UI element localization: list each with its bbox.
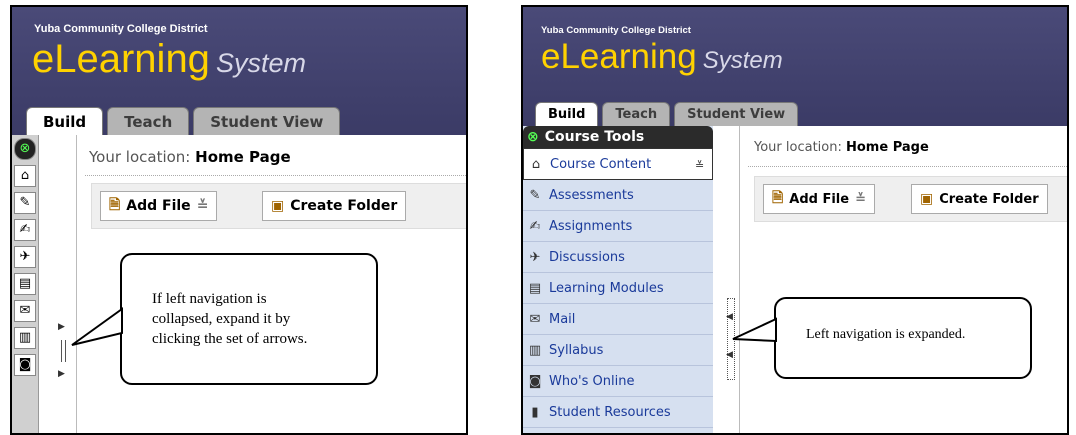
whos-online-icon[interactable]: ◙ bbox=[14, 354, 36, 376]
nav-item-learning-modules[interactable]: ▤ Learning Modules bbox=[523, 273, 713, 304]
add-file-label: Add File bbox=[789, 191, 850, 207]
nav-item-label: Discussions bbox=[549, 249, 625, 265]
nav-item-discussions[interactable]: ✈ Discussions bbox=[523, 242, 713, 273]
file-icon: 🗎 bbox=[109, 197, 121, 213]
divider bbox=[85, 175, 466, 176]
location-value: Home Page bbox=[195, 148, 291, 166]
discussions-icon: ✈ bbox=[529, 249, 541, 265]
tab-teach[interactable]: Teach bbox=[107, 107, 190, 135]
dropdown-icon: ≚ bbox=[855, 191, 866, 207]
course-tools-nav: ⊗ Course Tools ⌂ Course Content ✎ Assess… bbox=[523, 126, 713, 433]
assessments-icon: ✎ bbox=[529, 187, 541, 203]
nav-item-label: Assessments bbox=[549, 187, 634, 203]
create-folder-button[interactable]: ▣ Create Folder bbox=[262, 191, 407, 221]
collapse-icon[interactable]: ⊗ bbox=[527, 129, 539, 145]
nav-item-label: Assignments bbox=[549, 218, 633, 234]
logo-main: eLearning bbox=[32, 37, 210, 81]
folder-icon: ▣ bbox=[920, 191, 934, 207]
collapse-toggle-icon[interactable]: ⊗ bbox=[14, 138, 36, 160]
callout-box: Left navigation is expanded. bbox=[774, 297, 1032, 379]
nav-item-mail[interactable]: ✉ Mail bbox=[523, 304, 713, 335]
nav-header: ⊗ Course Tools bbox=[523, 126, 713, 148]
add-file-label: Add File bbox=[126, 198, 191, 214]
callout-line: collapsed, expand it by bbox=[152, 311, 291, 327]
assignments-icon: ✍ bbox=[529, 218, 541, 234]
create-folder-button[interactable]: ▣ Create Folder bbox=[911, 184, 1048, 214]
location-breadcrumb: Your location: Home Page bbox=[89, 148, 291, 166]
logo-sub: System bbox=[702, 47, 783, 74]
assessments-icon[interactable]: ✎ bbox=[14, 192, 36, 214]
tab-build[interactable]: Build bbox=[26, 107, 104, 135]
nav-item-label: Mail bbox=[549, 311, 576, 327]
collapsed-nav-screenshot: Yuba Community College District eLearnin… bbox=[10, 5, 468, 435]
location-label: Your location: bbox=[754, 140, 842, 155]
tab-student-view[interactable]: Student View bbox=[193, 107, 341, 135]
nav-item-whos-online[interactable]: ◙ Who's Online bbox=[523, 366, 713, 397]
divider bbox=[748, 166, 1067, 167]
dropdown-icon: ≚ bbox=[196, 198, 209, 214]
syllabus-icon[interactable]: ▥ bbox=[14, 327, 36, 349]
expand-handle[interactable] bbox=[61, 340, 66, 362]
nav-item-assignments[interactable]: ✍ Assignments bbox=[523, 211, 713, 242]
nav-item-course-content[interactable]: ⌂ Course Content bbox=[523, 148, 713, 180]
callout-text: Left navigation is expanded. bbox=[806, 327, 966, 342]
resources-icon: ▮ bbox=[531, 404, 539, 420]
district-name: Yuba Community College District bbox=[541, 25, 691, 36]
app-banner: Yuba Community College District eLearnin… bbox=[523, 7, 1067, 126]
callout-pointer bbox=[71, 307, 123, 346]
toolbar: 🗎 Add File ≚ ▣ Create Folder bbox=[91, 183, 466, 229]
callout-box: If left navigation is collapsed, expand … bbox=[120, 253, 378, 385]
add-file-button[interactable]: 🗎 Add File ≚ bbox=[763, 184, 875, 214]
elearning-logo: eLearning System bbox=[541, 37, 783, 77]
tab-bar: Build Teach Student View bbox=[26, 107, 344, 135]
callout-line: If left navigation is bbox=[152, 291, 267, 307]
nav-item-label: Student Resources bbox=[549, 404, 671, 420]
nav-item-syllabus[interactable]: ▥ Syllabus bbox=[523, 335, 713, 366]
callout-line: clicking the set of arrows. bbox=[152, 331, 308, 347]
logo-main: eLearning bbox=[541, 37, 697, 76]
tab-teach[interactable]: Teach bbox=[602, 102, 671, 126]
location-value: Home Page bbox=[846, 140, 929, 155]
home-icon: ⌂ bbox=[531, 156, 541, 172]
collapsed-nav-strip: ⊗ ⌂ ✎ ✍ ✈ ▤ ✉ ▥ ◙ bbox=[12, 135, 39, 433]
create-folder-label: Create Folder bbox=[939, 191, 1039, 207]
expanded-nav-screenshot: Yuba Community College District eLearnin… bbox=[521, 5, 1069, 435]
location-breadcrumb: Your location: Home Page bbox=[754, 140, 929, 155]
main-content: Your location: Home Page 🗎 Add File ≚ ▣ … bbox=[739, 126, 1067, 433]
assignments-icon[interactable]: ✍ bbox=[14, 219, 36, 241]
nav-item-student-resources[interactable]: ▮ Student Resources bbox=[523, 397, 713, 428]
nav-item-label: Learning Modules bbox=[549, 280, 664, 296]
nav-item-label: Course Content bbox=[550, 156, 652, 172]
modules-icon: ▤ bbox=[528, 280, 542, 296]
nav-title: Course Tools bbox=[544, 129, 645, 145]
tab-student-view[interactable]: Student View bbox=[674, 102, 799, 126]
tab-bar: Build Teach Student View bbox=[535, 102, 802, 126]
create-folder-label: Create Folder bbox=[290, 198, 398, 214]
toolbar: 🗎 Add File ≚ ▣ Create Folder bbox=[754, 176, 1067, 222]
syllabus-icon: ▥ bbox=[528, 342, 542, 358]
nav-item-assessments[interactable]: ✎ Assessments bbox=[523, 180, 713, 211]
tab-build[interactable]: Build bbox=[535, 102, 599, 126]
logo-sub: System bbox=[215, 48, 306, 78]
discussions-icon[interactable]: ✈ bbox=[14, 246, 36, 268]
location-label: Your location: bbox=[89, 148, 191, 166]
chevron-down-icon[interactable]: ≚ bbox=[695, 159, 704, 172]
app-banner: Yuba Community College District eLearnin… bbox=[12, 7, 466, 135]
home-icon[interactable]: ⌂ bbox=[14, 165, 36, 187]
add-file-button[interactable]: 🗎 Add File ≚ bbox=[100, 191, 218, 221]
callout-text: If left navigation is collapsed, expand … bbox=[152, 289, 307, 349]
nav-item-label: Who's Online bbox=[549, 373, 635, 389]
nav-item-label: Syllabus bbox=[549, 342, 604, 358]
mail-icon: ✉ bbox=[529, 311, 541, 327]
file-icon: 🗎 bbox=[772, 190, 784, 206]
expand-arrow-icon[interactable]: ▶ bbox=[58, 322, 65, 332]
expand-arrow-icon[interactable]: ▶ bbox=[58, 369, 65, 379]
elearning-logo: eLearning System bbox=[32, 37, 306, 82]
folder-icon: ▣ bbox=[271, 198, 285, 214]
callout-pointer bbox=[732, 317, 777, 343]
whos-online-icon: ◙ bbox=[528, 373, 542, 389]
modules-icon[interactable]: ▤ bbox=[14, 273, 36, 295]
district-name: Yuba Community College District bbox=[34, 23, 208, 35]
mail-icon[interactable]: ✉ bbox=[14, 300, 36, 322]
